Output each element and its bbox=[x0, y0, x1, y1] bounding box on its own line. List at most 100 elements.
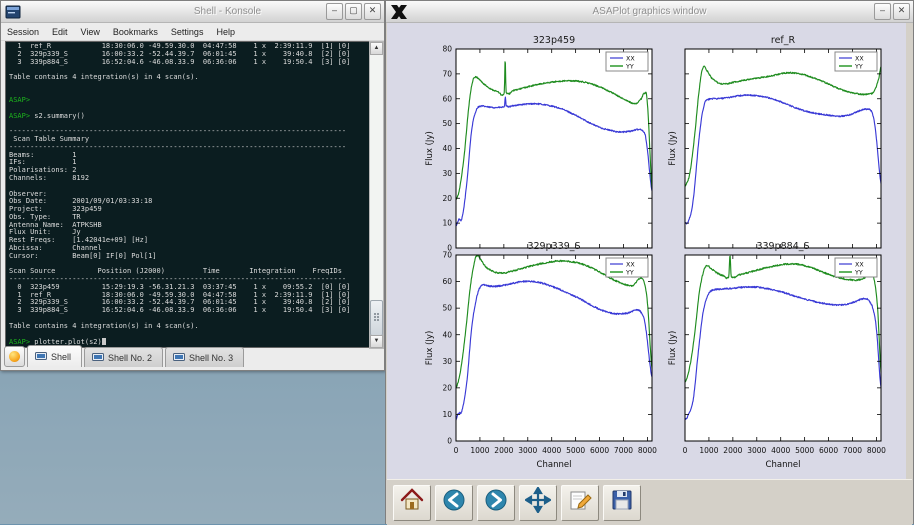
x-tick-label: 8000 bbox=[867, 446, 886, 455]
konsole-tabbar: ShellShell No. 2Shell No. 3 bbox=[4, 346, 381, 367]
y-tick-label: 80 bbox=[442, 45, 452, 54]
forward-button[interactable] bbox=[477, 485, 515, 521]
menu-item-settings[interactable]: Settings bbox=[171, 27, 204, 37]
y-tick-label: 20 bbox=[442, 383, 452, 392]
y-tick-label: 40 bbox=[442, 144, 452, 153]
subplot-ref_R: ref_RFlux (Jy)XXYY bbox=[668, 35, 881, 248]
x-axis-label: Channel bbox=[537, 460, 572, 470]
asaplot-title: ASAPlot graphics window bbox=[446, 6, 853, 17]
tab-shell-no-3[interactable]: Shell No. 3 bbox=[165, 347, 244, 367]
y-tick-label: 40 bbox=[442, 330, 452, 339]
home-icon bbox=[399, 487, 425, 518]
subplot-323p459: 01020304050607080323p459Flux (Jy)XXYY bbox=[425, 35, 652, 253]
new-session-button[interactable] bbox=[4, 346, 25, 367]
home-button[interactable] bbox=[393, 485, 431, 521]
menu-item-edit[interactable]: Edit bbox=[52, 27, 68, 37]
legend-label: YY bbox=[854, 269, 863, 276]
new-session-icon bbox=[9, 351, 20, 362]
legend-label: XX bbox=[626, 55, 635, 62]
terminal-line: 3 339p884_S 16:52:04.6 -46.08.33.9 06:36… bbox=[9, 59, 369, 67]
terminal-output[interactable]: 1 ref_R 18:30:06.0 -49.59.30.0 04:47:58 … bbox=[9, 43, 369, 347]
legend-label: XX bbox=[855, 261, 864, 268]
y-axis-label: Flux (Jy) bbox=[425, 131, 435, 166]
menu-item-view[interactable]: View bbox=[81, 27, 100, 37]
minimize-button[interactable]: – bbox=[326, 3, 343, 20]
y-axis-label: Flux (Jy) bbox=[425, 331, 435, 366]
x-tick-label: 4000 bbox=[542, 446, 561, 455]
legend-label: YY bbox=[854, 63, 863, 70]
y-tick-label: 70 bbox=[442, 69, 452, 78]
terminal-line bbox=[9, 90, 369, 98]
menu-item-help[interactable]: Help bbox=[216, 27, 235, 37]
subplot-title: ref_R bbox=[771, 35, 796, 46]
tab-shell[interactable]: Shell bbox=[27, 345, 82, 367]
subplot-339p884_S: 010002000300040005000600070008000339p884… bbox=[668, 241, 886, 470]
konsole-titlebar[interactable]: Shell - Konsole –▢✕ bbox=[1, 1, 384, 23]
y-tick-label: 0 bbox=[447, 437, 452, 446]
terminal-line: Channels: 8192 bbox=[9, 175, 369, 183]
x-tick-label: 2000 bbox=[723, 446, 742, 455]
terminal-line bbox=[9, 330, 369, 338]
back-button[interactable] bbox=[435, 485, 473, 521]
x-tick-label: 8000 bbox=[638, 446, 657, 455]
edit-button[interactable] bbox=[561, 485, 599, 521]
x-tick-label: 7000 bbox=[614, 446, 633, 455]
konsole-app-icon bbox=[5, 5, 21, 19]
close-button[interactable]: ✕ bbox=[364, 3, 381, 20]
x-tick-label: 0 bbox=[683, 446, 688, 455]
legend-label: XX bbox=[626, 261, 635, 268]
x-tick-label: 1000 bbox=[699, 446, 718, 455]
scroll-up-button[interactable]: ▲ bbox=[370, 42, 383, 55]
subplot-title: 339p884_S bbox=[756, 241, 809, 252]
konsole-menubar: Session Edit View Bookmarks Settings Help bbox=[1, 23, 384, 41]
edit-icon bbox=[567, 487, 593, 518]
x-tick-label: 6000 bbox=[590, 446, 609, 455]
tab-shell-no-2[interactable]: Shell No. 2 bbox=[84, 347, 163, 367]
plot-canvas[interactable]: 01020304050607080323p459Flux (Jy)XXYYref… bbox=[387, 23, 906, 479]
konsole-window: Shell - Konsole –▢✕ Session Edit View Bookm… bbox=[0, 0, 385, 371]
plot-toolbar bbox=[387, 479, 912, 525]
menu-item-session[interactable]: Session bbox=[7, 27, 39, 37]
x-tick-label: 7000 bbox=[843, 446, 862, 455]
y-tick-label: 30 bbox=[442, 357, 452, 366]
subplot-title: 323p459 bbox=[533, 35, 575, 46]
back-icon bbox=[441, 487, 467, 518]
x-tick-label: 5000 bbox=[566, 446, 585, 455]
y-tick-label: 10 bbox=[442, 410, 452, 419]
scroll-thumb[interactable] bbox=[370, 300, 383, 336]
x-tick-label: 6000 bbox=[819, 446, 838, 455]
y-tick-label: 10 bbox=[442, 219, 452, 228]
terminal-frame: 1 ref_R 18:30:06.0 -49.59.30.0 04:47:58 … bbox=[5, 41, 369, 348]
asaplot-window: ASAPlot graphics window –✕ 0 10 20 30 40 50 60… bbox=[385, 0, 914, 524]
menu-item-bookmarks[interactable]: Bookmarks bbox=[113, 27, 158, 37]
terminal-line: Table contains 4 integration(s) in 4 sca… bbox=[9, 74, 369, 82]
y-tick-label: 50 bbox=[442, 304, 452, 313]
x-tick-label: 4000 bbox=[771, 446, 790, 455]
legend-label: XX bbox=[855, 55, 864, 62]
maximize-button[interactable]: ▢ bbox=[345, 3, 362, 20]
x-tick-label: 3000 bbox=[747, 446, 766, 455]
forward-icon bbox=[483, 487, 509, 518]
legend-label: YY bbox=[625, 269, 634, 276]
terminal-line: ASAP> bbox=[9, 97, 369, 105]
save-icon bbox=[609, 487, 635, 518]
asaplot-titlebar[interactable]: ASAPlot graphics window –✕ bbox=[386, 1, 913, 23]
konsole-title: Shell - Konsole bbox=[131, 6, 324, 17]
legend-label: YY bbox=[625, 63, 634, 70]
terminal-line: Table contains 4 integration(s) in 4 sca… bbox=[9, 323, 369, 331]
subplot-title: 329p339_S bbox=[527, 241, 580, 252]
close-button[interactable]: ✕ bbox=[893, 3, 910, 20]
pan-button[interactable] bbox=[519, 485, 557, 521]
y-tick-label: 30 bbox=[442, 169, 452, 178]
terminal-line: 3 339p884_S 16:52:04.6 -46.08.33.9 06:36… bbox=[9, 307, 369, 315]
x-axis-label: Channel bbox=[766, 460, 801, 470]
x11-icon bbox=[390, 4, 408, 20]
terminal-line bbox=[9, 82, 369, 90]
x-tick-label: 2000 bbox=[494, 446, 513, 455]
shell-tab-icon bbox=[35, 352, 47, 361]
terminal-scrollbar[interactable]: ▲ ▼ bbox=[369, 41, 384, 349]
subplot-329p339_S: 0100020003000400050006000700080000102030… bbox=[425, 241, 657, 470]
y-tick-label: 60 bbox=[442, 277, 452, 286]
save-button[interactable] bbox=[603, 485, 641, 521]
minimize-button[interactable]: – bbox=[874, 3, 891, 20]
